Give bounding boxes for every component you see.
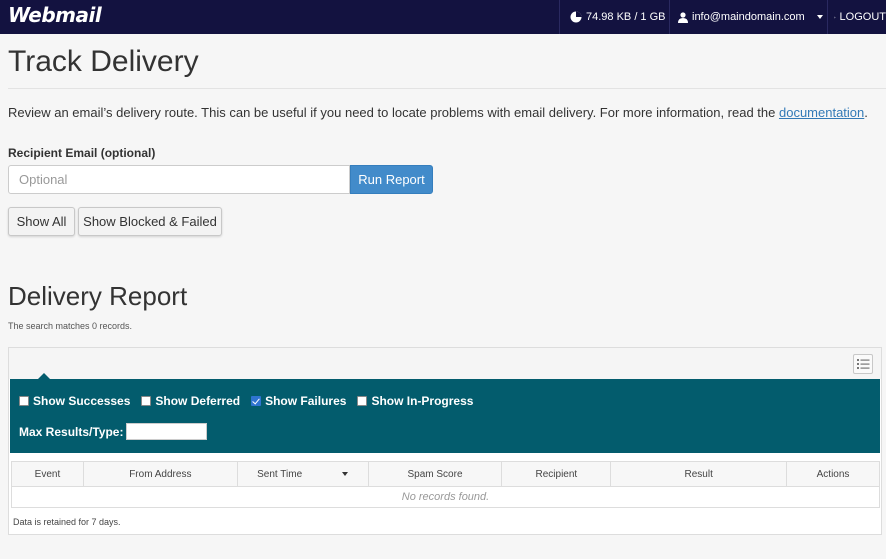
page-title: Track Delivery (8, 45, 199, 78)
filter-label: Show Failures (265, 394, 347, 408)
filter-successes[interactable]: Show Successes (19, 394, 130, 408)
title-divider (8, 88, 886, 89)
retention-note: Data is retained for 7 days. (13, 517, 121, 527)
filter-label: Show Successes (33, 394, 131, 408)
column-event[interactable]: Event (11, 461, 84, 487)
run-report-button[interactable]: Run Report (350, 165, 433, 194)
user-email: info@maindomain.com (692, 11, 805, 23)
column-spam-score[interactable]: Spam Score (367, 461, 503, 487)
intro-body: Review an email’s delivery route. This c… (8, 105, 779, 120)
pie-chart-icon (570, 11, 582, 23)
column-sent-time-label: Sent Time (257, 468, 303, 480)
show-blocked-failed-button[interactable]: Show Blocked & Failed (78, 207, 222, 236)
delivery-table: Event From Address Sent Time Spam Score … (11, 461, 880, 508)
recipient-email-input[interactable] (8, 165, 350, 194)
chevron-down-icon (816, 15, 823, 19)
logout-label: LOGOUT (839, 11, 886, 23)
max-results-input[interactable] (126, 423, 208, 440)
filter-label: Show Deferred (155, 394, 241, 408)
column-actions: Actions (786, 461, 880, 487)
column-from-address[interactable]: From Address (82, 461, 238, 487)
column-recipient[interactable]: Recipient (501, 461, 612, 487)
column-result[interactable]: Result (610, 461, 788, 487)
max-results-label: Max Results/Type: (19, 424, 124, 439)
sort-desc-icon (342, 471, 349, 476)
checkbox-checked[interactable] (251, 396, 262, 406)
filter-notch (38, 373, 50, 379)
disk-usage-text: 74.98 KB / 1 GB (586, 11, 666, 23)
user-menu[interactable]: info@maindomain.com (669, 0, 827, 34)
max-results-row: Max Results/Type: (19, 423, 208, 440)
filter-label: Show In-Progress (371, 394, 474, 408)
column-sent-time[interactable]: Sent Time (236, 461, 369, 487)
no-records-message: No records found. (11, 486, 880, 508)
filter-options: Show Successes Show Deferred Show Failur… (19, 394, 484, 408)
logout-icon (834, 16, 836, 18)
table-header-row: Event From Address Sent Time Spam Score … (11, 461, 880, 487)
filter-in-progress[interactable]: Show In-Progress (357, 394, 473, 408)
matches-text: The search matches 0 records. (8, 321, 133, 331)
report-title: Delivery Report (8, 281, 188, 311)
filter-bar: Show Successes Show Deferred Show Failur… (10, 373, 880, 453)
top-bar: Webmail 74.98 KB / 1 GB info@maindomain.… (0, 0, 886, 34)
checkbox[interactable] (357, 396, 368, 406)
intro-text: Review an email’s delivery route. This c… (8, 105, 868, 120)
report-panel: Show Successes Show Deferred Show Failur… (8, 347, 882, 535)
logout-link[interactable]: LOGOUT (827, 0, 886, 34)
intro-end: . (864, 105, 868, 120)
checkbox[interactable] (141, 396, 152, 406)
disk-usage[interactable]: 74.98 KB / 1 GB (559, 0, 669, 34)
filter-deferred[interactable]: Show Deferred (141, 394, 240, 408)
checkbox[interactable] (19, 396, 29, 406)
webmail-logo[interactable]: Webmail (8, 3, 102, 27)
show-all-button[interactable]: Show All (8, 207, 75, 236)
list-lines-icon (857, 359, 870, 369)
documentation-link[interactable]: documentation (779, 105, 864, 120)
user-icon (678, 11, 688, 23)
list-icon[interactable] (853, 354, 873, 374)
filter-failures[interactable]: Show Failures (251, 394, 346, 408)
table-row: No records found. (11, 486, 880, 508)
panel-toolbar (9, 348, 881, 379)
recipient-email-label: Recipient Email (optional) (8, 146, 156, 160)
